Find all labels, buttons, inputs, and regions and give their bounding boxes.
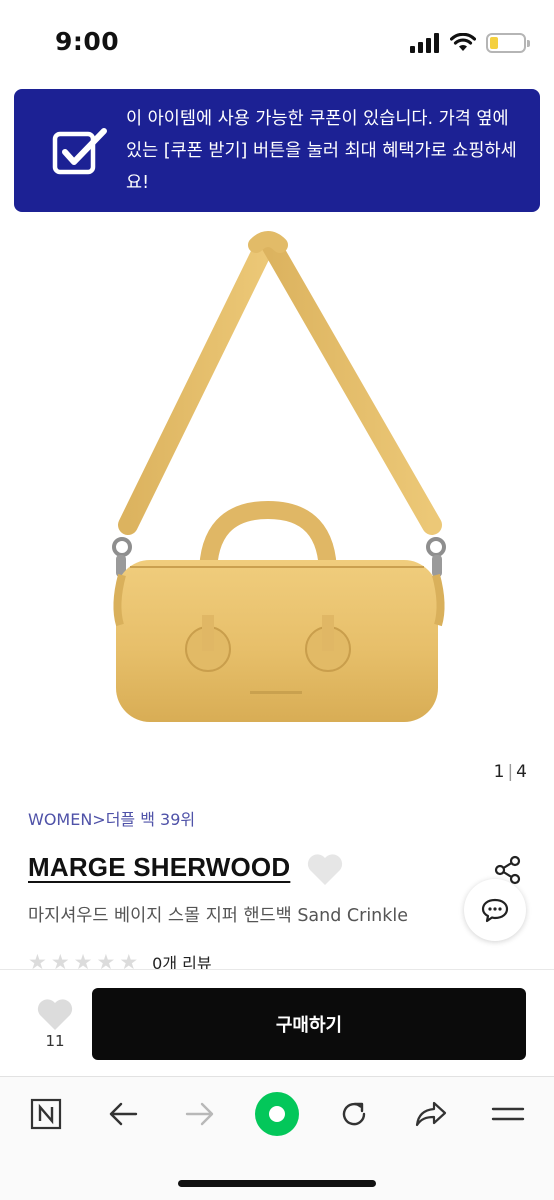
coupon-banner-text: 이 아이템에 사용 가능한 쿠폰이 있습니다. 가격 옆에 있는 [쿠폰 받기]…	[126, 109, 517, 193]
wishlist-count: 11	[45, 1032, 65, 1050]
breadcrumb-category[interactable]: WOMEN	[28, 810, 92, 829]
menu-icon[interactable]	[488, 1094, 528, 1134]
refresh-icon[interactable]	[334, 1094, 374, 1134]
share-arrow-icon[interactable]	[411, 1094, 451, 1134]
naver-n-glyph-icon	[30, 1098, 62, 1130]
brand-name[interactable]: MARGE SHERWOOD	[28, 852, 290, 883]
wifi-icon	[450, 33, 476, 51]
breadcrumb-subcategory[interactable]: 더플 백	[106, 810, 155, 829]
status-icons	[410, 33, 530, 53]
brand-like-heart-icon[interactable]	[306, 853, 344, 887]
back-arrow-icon[interactable]	[103, 1094, 143, 1134]
pager-total: 4	[516, 762, 527, 782]
product-name: 마지셔우드 베이지 스몰 지퍼 핸드백 Sand Crinkle	[28, 906, 409, 926]
battery-icon	[486, 33, 530, 53]
chat-bubble-icon	[481, 898, 509, 923]
status-time: 9:00	[55, 27, 120, 56]
checkbox-check-icon	[52, 128, 107, 175]
pager-current: 1	[493, 762, 505, 782]
naver-n-icon[interactable]	[26, 1094, 66, 1134]
home-green-icon[interactable]	[254, 1091, 300, 1137]
pager-separator: |	[507, 762, 514, 782]
cellular-signal-icon	[410, 33, 439, 53]
breadcrumb[interactable]: WOMEN>더플 백 39위	[28, 806, 195, 830]
image-pager: 1 | 4	[494, 762, 527, 782]
forward-arrow-icon[interactable]	[180, 1094, 220, 1134]
wishlist-heart-icon[interactable]	[36, 998, 74, 1032]
chat-button[interactable]	[464, 879, 526, 941]
breadcrumb-arrow: >	[92, 810, 106, 829]
coupon-banner[interactable]: 이 아이템에 사용 가능한 쿠폰이 있습니다. 가격 옆에 있는 [쿠폰 받기]…	[14, 89, 540, 212]
buy-button[interactable]: 구매하기	[92, 988, 526, 1060]
breadcrumb-rank: 39위	[160, 810, 196, 829]
status-bar: 9:00	[0, 0, 554, 88]
home-indicator[interactable]	[178, 1180, 376, 1187]
product-image[interactable]	[90, 225, 460, 750]
